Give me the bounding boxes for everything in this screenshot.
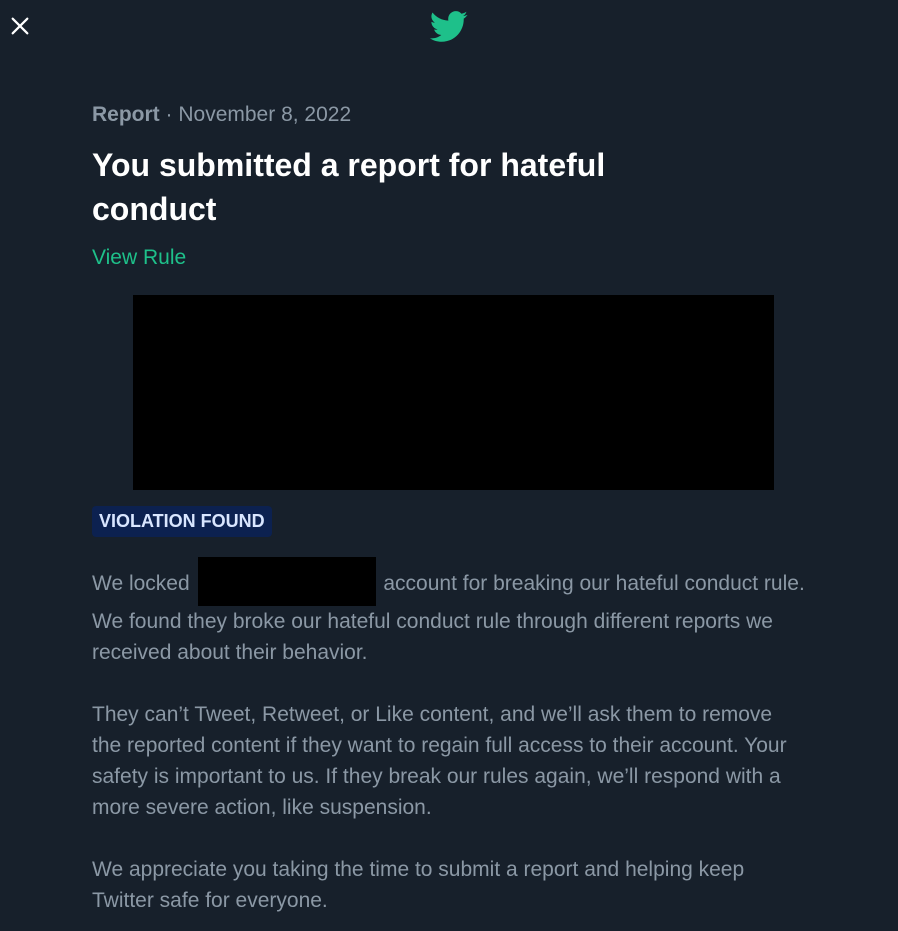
twitter-logo bbox=[429, 11, 469, 43]
view-rule-link[interactable]: View Rule bbox=[92, 243, 186, 273]
message-body: We locked account for breaking our hatef… bbox=[92, 557, 807, 931]
meta-separator: · bbox=[165, 103, 173, 126]
redacted-content bbox=[133, 295, 774, 490]
redacted-username bbox=[197, 557, 376, 606]
message-paragraph-3: We appreciate you taking the time to sub… bbox=[92, 858, 745, 912]
status-badge: VIOLATION FOUND bbox=[92, 506, 272, 537]
report-type: Report bbox=[92, 103, 160, 126]
report-meta: Report · November 8, 2022 bbox=[92, 100, 812, 130]
close-icon bbox=[11, 17, 29, 35]
report-header: Report · November 8, 2022 You submitted … bbox=[92, 100, 812, 273]
message-paragraph-1: We locked account for breaking our hatef… bbox=[92, 557, 807, 668]
message-paragraph-2: They can’t Tweet, Retweet, or Like conte… bbox=[92, 703, 787, 819]
message-p1-prefix: We locked bbox=[92, 572, 190, 595]
page-title: You submitted a report for hateful condu… bbox=[92, 147, 606, 227]
report-date: November 8, 2022 bbox=[178, 103, 352, 126]
twitter-bird-icon bbox=[429, 11, 468, 42]
close-button[interactable] bbox=[8, 14, 32, 38]
